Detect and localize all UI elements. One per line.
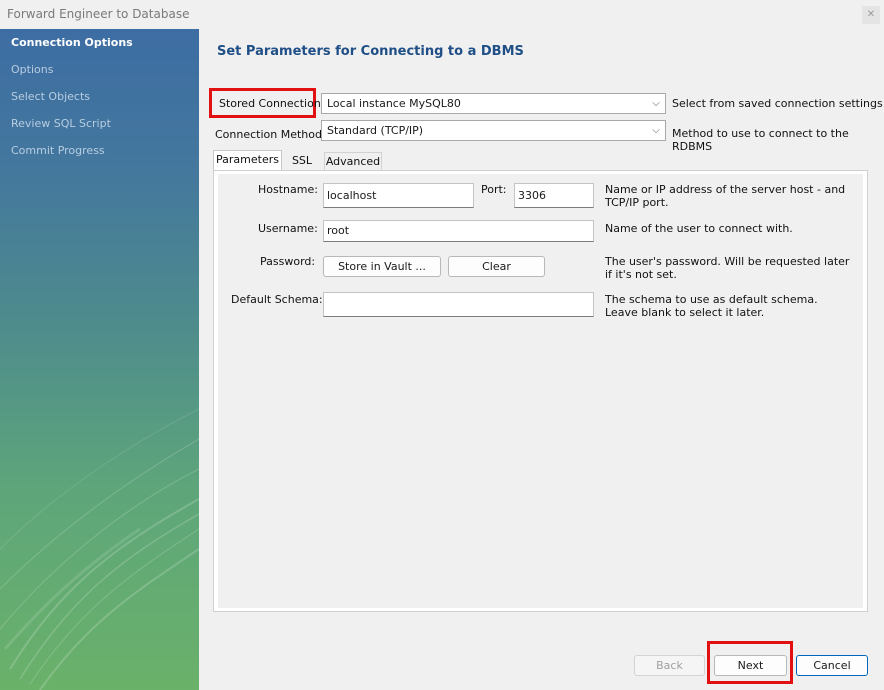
stored-connection-hint: Select from saved connection settings <box>672 97 883 110</box>
stored-connection-value: Local instance MySQL80 <box>327 97 461 110</box>
store-in-vault-button[interactable]: Store in Vault ... <box>323 256 441 277</box>
username-hint: Name of the user to connect with. <box>605 222 793 235</box>
password-hint: The user's password. Will be requested l… <box>605 255 850 281</box>
username-field[interactable]: root <box>323 220 594 242</box>
password-label: Password: <box>260 255 316 268</box>
window-title: Forward Engineer to Database <box>7 7 190 21</box>
connection-method-hint: Method to use to connect to the RDBMS <box>672 127 849 153</box>
default-schema-label: Default Schema: <box>231 293 323 306</box>
close-icon[interactable]: ✕ <box>862 6 880 24</box>
stored-connection-select[interactable]: Local instance MySQL80 ⌵ <box>321 93 666 114</box>
port-label: Port: <box>481 183 507 196</box>
stored-connection-label: Stored Connection: <box>219 97 325 110</box>
sidebar-item-connection-options[interactable]: Connection Options <box>0 29 199 56</box>
sidebar-item-options[interactable]: Options <box>0 56 199 83</box>
default-schema-field[interactable] <box>323 292 594 317</box>
connection-method-select[interactable]: Standard (TCP/IP) ⌵ <box>321 120 666 141</box>
hostname-hint: Name or IP address of the server host - … <box>605 183 846 209</box>
sidebar-item-review-sql-script[interactable]: Review SQL Script <box>0 110 199 137</box>
sidebar-item-commit-progress[interactable]: Commit Progress <box>0 137 199 164</box>
username-label: Username: <box>258 222 318 235</box>
clear-password-button[interactable]: Clear <box>448 256 545 277</box>
chevron-down-icon: ⌵ <box>652 125 660 136</box>
cancel-button[interactable]: Cancel <box>796 655 868 676</box>
sidebar-item-select-objects[interactable]: Select Objects <box>0 83 199 110</box>
tab-advanced[interactable]: Advanced <box>324 152 382 170</box>
hostname-label: Hostname: <box>258 183 318 196</box>
connection-method-value: Standard (TCP/IP) <box>327 124 424 137</box>
chevron-down-icon: ⌵ <box>652 98 660 109</box>
wizard-sidebar: Connection Options Options Select Object… <box>0 29 199 690</box>
hostname-field[interactable]: localhost <box>323 183 474 208</box>
tab-parameters[interactable]: Parameters <box>213 150 282 171</box>
port-field[interactable]: 3306 <box>514 183 594 208</box>
back-button[interactable]: Back <box>634 655 705 676</box>
next-button[interactable]: Next <box>714 655 787 676</box>
tab-ssl[interactable]: SSL <box>282 152 322 170</box>
page-title: Set Parameters for Connecting to a DBMS <box>217 44 524 59</box>
default-schema-hint: The schema to use as default schema. Lea… <box>605 293 818 319</box>
title-bar: Forward Engineer to Database ✕ <box>0 0 884 29</box>
connection-method-label: Connection Method: <box>215 128 326 141</box>
